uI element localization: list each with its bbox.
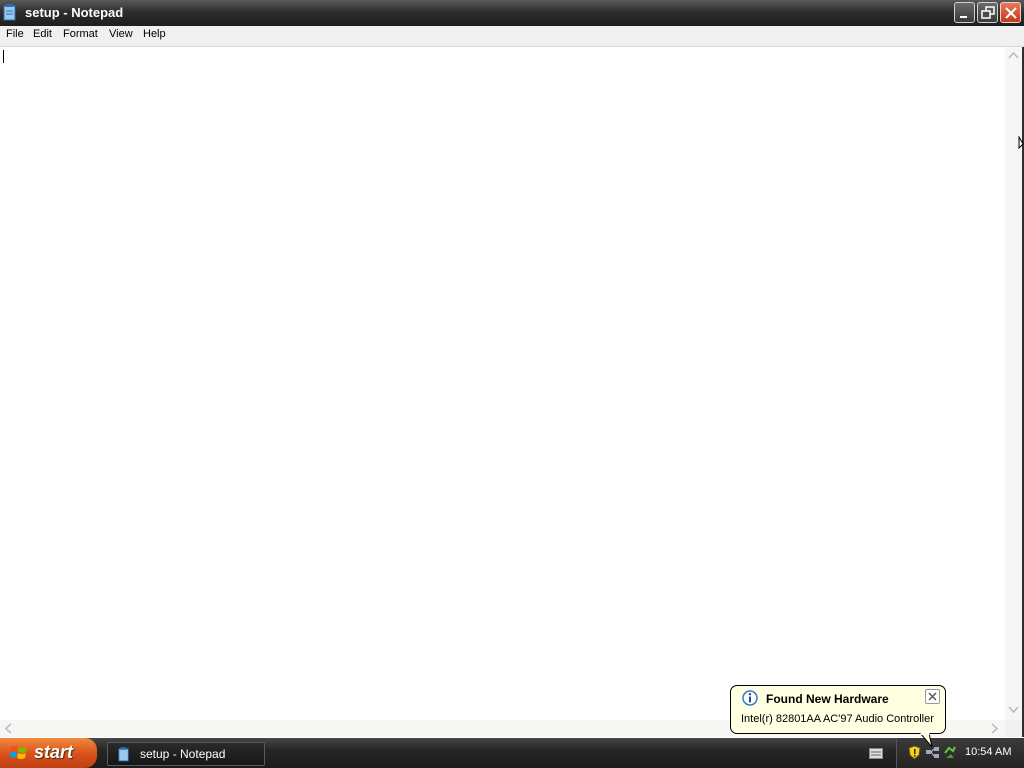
minimize-icon — [960, 16, 967, 18]
mouse-cursor-icon — [1018, 136, 1024, 150]
menu-file[interactable]: File — [4, 28, 26, 40]
start-button[interactable]: start — [0, 738, 97, 768]
close-icon — [1005, 7, 1017, 19]
balloon-close-button[interactable] — [925, 689, 940, 704]
close-icon — [928, 692, 937, 701]
taskbar: start setup - Notepad — [0, 738, 1024, 768]
menu-bar: File Edit Format View Help — [0, 26, 1024, 47]
close-button[interactable] — [1000, 2, 1021, 23]
safely-remove-hardware-icon[interactable] — [943, 745, 957, 760]
menu-format[interactable]: Format — [61, 28, 100, 40]
scroll-right-arrow-icon[interactable] — [990, 723, 998, 734]
menu-edit[interactable]: Edit — [31, 28, 54, 40]
minimize-button[interactable] — [954, 2, 975, 23]
taskbar-button-label: setup - Notepad — [140, 747, 226, 761]
info-icon — [742, 690, 758, 706]
balloon-title: Found New Hardware — [766, 692, 889, 706]
text-caret — [3, 50, 4, 63]
menu-view[interactable]: View — [107, 28, 135, 40]
taskbar-button-notepad[interactable]: setup - Notepad — [107, 742, 265, 766]
title-bar[interactable]: setup - Notepad — [0, 0, 1024, 26]
restore-icon — [981, 6, 995, 19]
balloon-message: Intel(r) 82801AA AC'97 Audio Controller — [741, 713, 934, 725]
scroll-up-arrow-icon[interactable] — [1008, 52, 1019, 60]
menu-help[interactable]: Help — [141, 28, 168, 40]
window-title: setup - Notepad — [25, 5, 124, 20]
notepad-icon — [118, 747, 129, 762]
notepad-icon — [3, 4, 16, 21]
keyboard-icon[interactable] — [869, 748, 883, 759]
tray-clock[interactable]: 10:54 AM — [965, 746, 1011, 758]
start-label: start — [34, 742, 74, 762]
scroll-down-arrow-icon[interactable] — [1008, 705, 1019, 713]
scroll-left-arrow-icon[interactable] — [5, 723, 13, 734]
windows-flag-icon — [10, 746, 27, 759]
maximize-button[interactable] — [977, 2, 998, 23]
balloon-tail — [920, 733, 933, 748]
text-editor[interactable] — [0, 47, 1005, 720]
